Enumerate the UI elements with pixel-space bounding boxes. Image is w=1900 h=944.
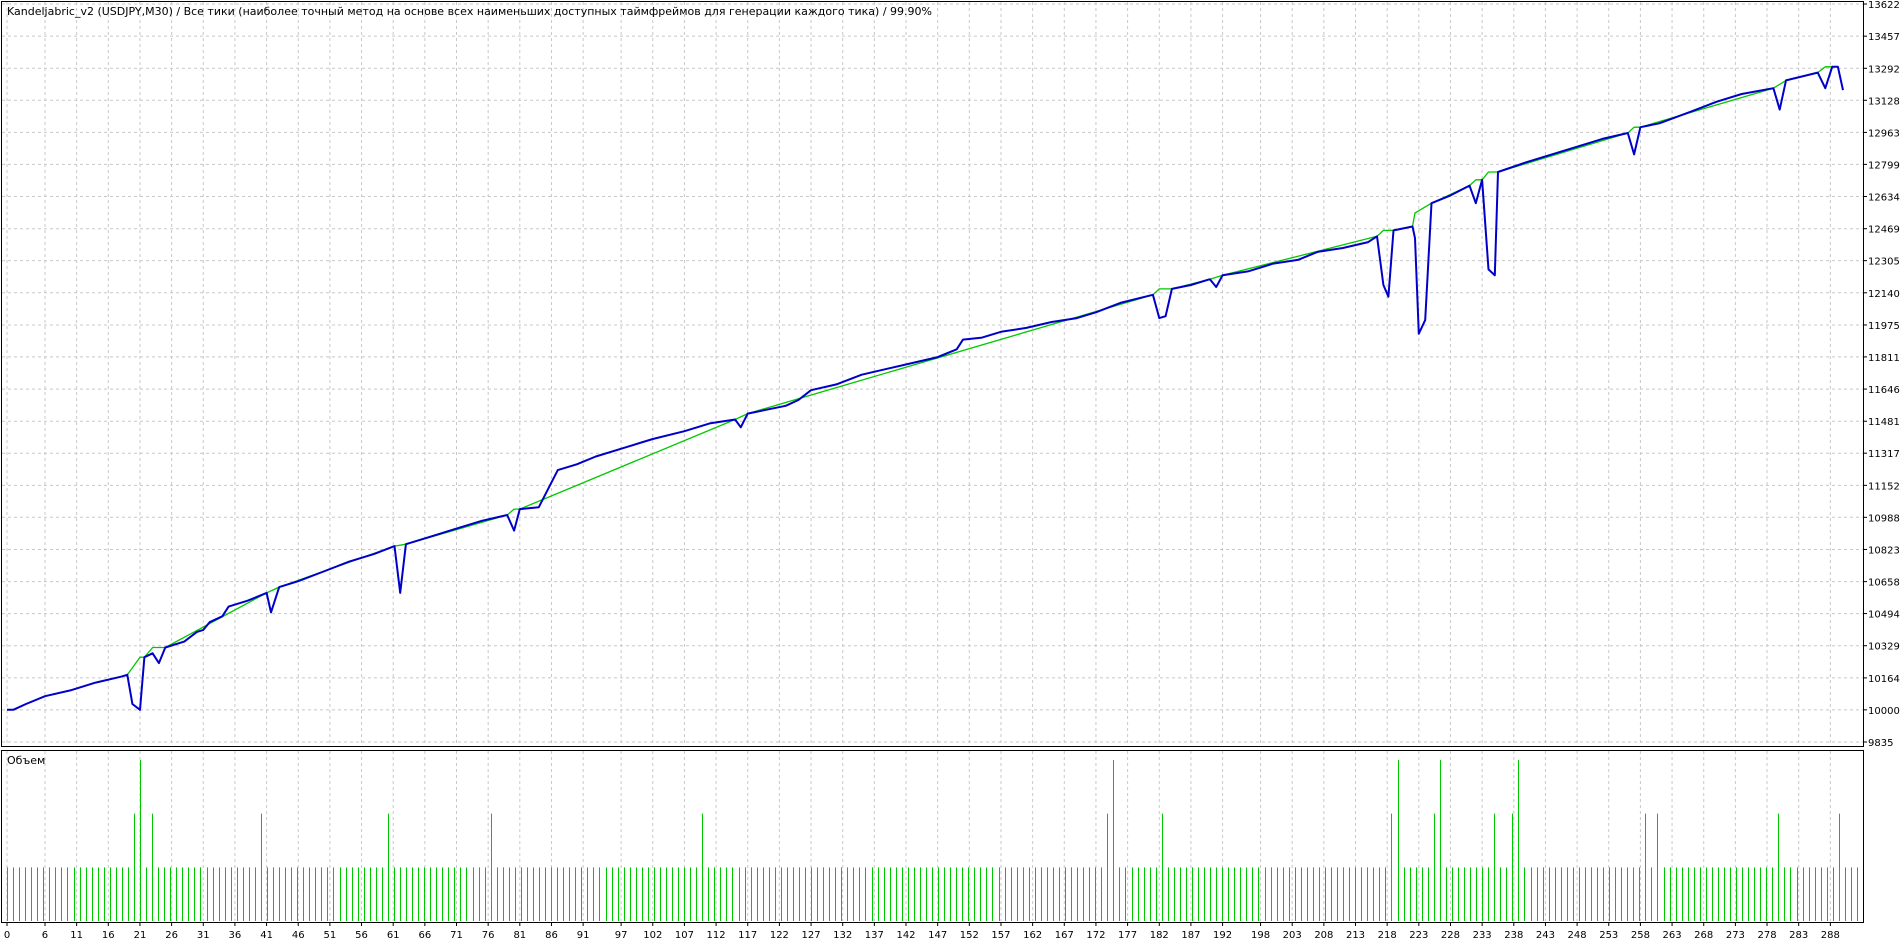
x-tick-label: 187: [1181, 930, 1200, 941]
x-tick-label: 162: [1023, 930, 1042, 941]
x-tick-label: 263: [1663, 930, 1682, 941]
x-tick-label: 243: [1536, 930, 1555, 941]
x-tick-label: 182: [1150, 930, 1169, 941]
x-tick-label: 102: [643, 930, 662, 941]
x-tick-label: 122: [770, 930, 789, 941]
x-tick-label: 228: [1441, 930, 1460, 941]
x-tick-label: 233: [1473, 930, 1492, 941]
y-tick-label: 12634: [1868, 193, 1900, 204]
x-tick-label: 248: [1568, 930, 1587, 941]
x-tick-label: 288: [1821, 930, 1840, 941]
x-tick-label: 36: [229, 930, 242, 941]
x-tick-label: 117: [738, 930, 757, 941]
x-tick-label: 223: [1409, 930, 1428, 941]
x-tick-label: 253: [1599, 930, 1618, 941]
x-tick-label: 41: [260, 930, 273, 941]
x-tick-label: 76: [482, 930, 495, 941]
y-tick-label: 12799: [1868, 160, 1900, 171]
x-tick-label: 167: [1055, 930, 1074, 941]
x-tick-label: 198: [1251, 930, 1270, 941]
y-tick-label: 11317: [1868, 449, 1900, 460]
x-tick-label: 16: [102, 930, 115, 941]
y-tick-label: 13128: [1868, 96, 1900, 107]
x-tick-label: 258: [1631, 930, 1650, 941]
x-tick-label: 71: [450, 930, 463, 941]
x-tick-label: 218: [1378, 930, 1397, 941]
series-layer: [7, 65, 1844, 711]
balance-line: [7, 65, 1844, 711]
x-tick-label: 203: [1283, 930, 1302, 941]
x-tick-label: 107: [675, 930, 694, 941]
x-tick-label: 61: [387, 930, 400, 941]
x-tick-label: 51: [324, 930, 337, 941]
x-tick-label: 56: [355, 930, 368, 941]
y-tick-label: 11646: [1868, 385, 1900, 396]
y-tick-label: 11481: [1868, 417, 1900, 428]
x-tick-label: 31: [197, 930, 210, 941]
x-tick-label: 11: [70, 930, 83, 941]
x-tick-label: 192: [1213, 930, 1232, 941]
x-tick-label: 147: [928, 930, 947, 941]
y-tick-label: 10658: [1868, 578, 1900, 589]
y-tick-label: 9835: [1868, 738, 1893, 749]
y-tick-label: 10823: [1868, 545, 1900, 556]
x-tick-label: 97: [615, 930, 628, 941]
x-tick-label: 152: [960, 930, 979, 941]
x-tick-label: 238: [1504, 930, 1523, 941]
volume-label: Объем: [7, 754, 45, 767]
x-tick-label: 273: [1726, 930, 1745, 941]
x-tick-label: 6: [42, 930, 48, 941]
y-tick-label: 10329: [1868, 642, 1900, 653]
x-tick-label: 208: [1314, 930, 1333, 941]
y-tick-label: 13457: [1868, 32, 1900, 43]
x-tick-label: 0: [4, 930, 10, 941]
y-tick-label: 11975: [1868, 321, 1900, 332]
x-tick-label: 278: [1757, 930, 1776, 941]
x-tick-label: 157: [991, 930, 1010, 941]
x-tick-label: 46: [292, 930, 305, 941]
y-axis-ticks: 13622 13457 13292 13128 12963 12799 12634 12469…: [1863, 0, 1900, 749]
x-tick-label: 172: [1086, 930, 1105, 941]
x-tick-label: 21: [134, 930, 147, 941]
y-tick-label: 10164: [1868, 674, 1900, 685]
x-tick-label: 132: [833, 930, 852, 941]
x-tick-label: 137: [865, 930, 884, 941]
y-tick-label: 13622: [1868, 0, 1900, 11]
grid-lines: [2, 2, 1863, 921]
y-tick-label: 10494: [1868, 610, 1900, 621]
y-tick-label: 11152: [1868, 481, 1900, 492]
x-tick-label: 142: [896, 930, 915, 941]
y-tick-label: 12140: [1868, 289, 1900, 300]
x-tick-label: 283: [1789, 930, 1808, 941]
x-tick-label: 86: [545, 930, 558, 941]
y-tick-label: 12305: [1868, 257, 1900, 268]
x-tick-label: 66: [418, 930, 431, 941]
y-tick-label: 13292: [1868, 64, 1900, 75]
chart-header: Kandeljabric_v2 (USDJPY,M30) / Все тики …: [7, 5, 932, 18]
x-tick-label: 91: [577, 930, 590, 941]
y-tick-label: 11811: [1868, 353, 1900, 364]
tester-chart: 13622 13457 13292 13128 12963 12799 12634 12469…: [1, 0, 1900, 941]
x-tick-label: 81: [513, 930, 526, 941]
x-axis-ticks: 0 6 11 16 21 26 31 36 41 46 51 56 61 66 71 76 81 86 91 97 10…: [4, 922, 1840, 941]
x-tick-label: 112: [707, 930, 726, 941]
x-tick-label: 26: [165, 930, 178, 941]
volume-bars: [7, 760, 1858, 921]
x-tick-label: 127: [801, 930, 820, 941]
y-tick-label: 10988: [1868, 513, 1900, 524]
price-panel-frame: [1, 1, 1864, 747]
y-tick-label: 12963: [1868, 128, 1900, 139]
equity-line: [120, 66, 1833, 678]
x-tick-label: 177: [1118, 930, 1137, 941]
y-tick-label: 12469: [1868, 225, 1900, 236]
y-tick-label: 10000: [1868, 706, 1900, 717]
x-tick-label: 268: [1694, 930, 1713, 941]
x-tick-label: 213: [1346, 930, 1365, 941]
